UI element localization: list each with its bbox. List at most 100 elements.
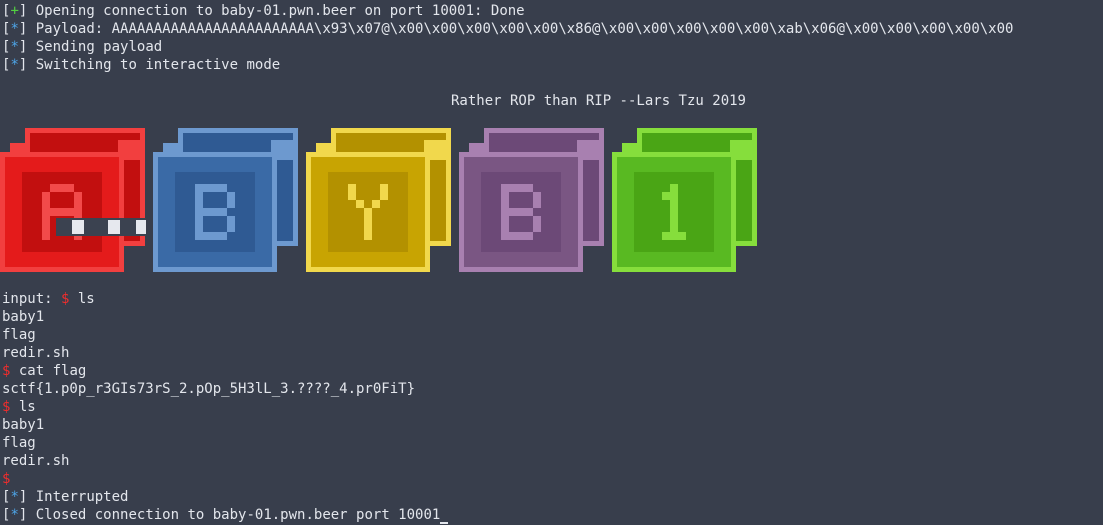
output-line: flag [2,435,36,451]
glyph-pixel [58,208,66,216]
shell-prompt: $ [2,471,11,487]
glyph-pixel [227,224,235,232]
status-star-marker: * [10,57,19,73]
glyph-pixel [42,192,50,200]
glyph-pixel [501,216,509,224]
glyph-pixel [219,232,227,240]
glyph-pixel [501,200,509,208]
log-line-interactive: [*] Switching to interactive mode [2,57,281,73]
glyph-pixel [348,192,356,200]
glyph-pixel [364,208,372,216]
prompt-line: $ [2,470,10,488]
output-line: flag [2,327,36,343]
glyph-pixel [501,192,509,200]
command-text: ls [69,291,95,307]
glyph-pixel [670,192,678,200]
glyph-pixel [501,232,509,240]
glyph-pixel [364,232,372,240]
glyph-pixel [66,208,74,216]
flag-output: sctf{1.p0p_r3GIs73rS_2.pOp_5H3lL_3.????_… [2,381,416,397]
glyph-pixel [219,208,227,216]
cigarette-tip [136,220,146,234]
glyph-pixel [509,184,517,192]
glyph-pixel [42,200,50,208]
glyph-pixel [501,184,509,192]
glyph-pixel [211,208,219,216]
glyph-pixel [58,184,66,192]
status-star-marker: * [10,21,19,37]
glyph-pixel [227,200,235,208]
glyph-pixel [670,184,678,192]
cigarette-icon [56,218,146,236]
status-star-marker: * [10,489,19,505]
glyph-pixel [74,208,82,216]
log-line-payload: [*] Payload: AAAAAAAAAAAAAAAAAAAAAAAA\x9… [2,21,1014,37]
glyph-pixel [372,200,380,208]
output-line: redir.sh [2,345,70,361]
glyph-pixel [662,232,670,240]
glyph-pixel [195,192,203,200]
letter-block-b [459,128,604,272]
command-text: cat flag [10,363,87,379]
glyph-pixel [42,224,50,232]
glyph-pixel [678,232,686,240]
glyph-pixel [533,216,541,224]
glyph-pixel [509,208,517,216]
output-line: baby1 [2,417,45,433]
glyph-pixel [670,208,678,216]
glyph-pixel [42,232,50,240]
glyph-pixel [219,184,227,192]
glyph-pixel [670,224,678,232]
glyph-pixel [380,184,388,192]
glyph-pixel [195,232,203,240]
log-line-interrupted: [*] Interrupted [2,489,129,505]
cigarette-stripe [108,220,120,234]
glyph-pixel [501,208,509,216]
prompt-line: $ cat flag [2,362,86,380]
glyph-pixel [533,192,541,200]
glyph-pixel [517,208,525,216]
prompt-line: $ ls [2,398,36,416]
glyph-pixel [74,192,82,200]
letter-block-1 [612,128,757,272]
cigarette-stripe [72,220,84,234]
letter-block-b [153,128,298,272]
glyph-pixel [66,184,74,192]
glyph-pixel [662,192,670,200]
log-line-sending: [*] Sending payload [2,39,163,55]
glyph-pixel [670,232,678,240]
log-line-closed: [*] Closed connection to baby-01.pwn.bee… [2,506,449,524]
letter-block-y [306,128,451,272]
log-line-opening: [+] Opening connection to baby-01.pwn.be… [2,3,525,19]
baby1-block-art [0,128,757,272]
glyph-pixel [203,208,211,216]
glyph-pixel [364,224,372,232]
glyph-pixel [211,232,219,240]
glyph-pixel [525,232,533,240]
glyph-pixel [195,208,203,216]
glyph-pixel [517,184,525,192]
glyph-pixel [501,224,509,232]
glyph-pixel [211,184,219,192]
glyph-pixel [525,184,533,192]
output-line: redir.sh [2,453,70,469]
glyph-pixel [227,192,235,200]
cigarette-body [56,218,146,236]
glyph-pixel [348,184,356,192]
banner-quote: Rather ROP than RIP --Lars Tzu 2019 [450,93,746,109]
glyph-pixel [364,216,372,224]
glyph-pixel [533,224,541,232]
glyph-pixel [74,200,82,208]
glyph-pixel [195,224,203,232]
letter-block-a [0,128,145,272]
status-star-marker: * [10,507,19,523]
glyph-pixel [670,200,678,208]
glyph-pixel [42,216,50,224]
glyph-pixel [195,216,203,224]
glyph-pixel [533,200,541,208]
glyph-pixel [227,216,235,224]
status-plus-marker: + [10,3,19,19]
glyph-pixel [50,184,58,192]
terminal-window[interactable]: [+] Opening connection to baby-01.pwn.be… [0,0,1103,525]
command-text: ls [10,399,36,415]
